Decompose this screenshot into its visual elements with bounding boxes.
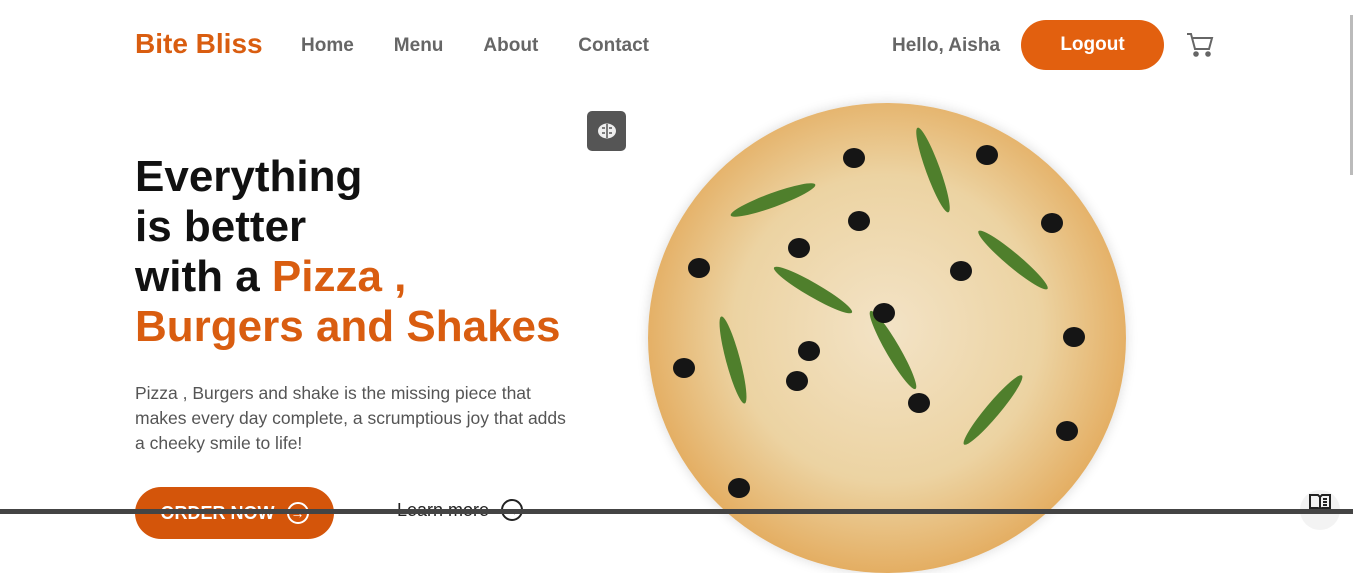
olive: [848, 211, 870, 231]
arugula-leaf: [958, 371, 1028, 449]
olive: [950, 261, 972, 281]
arugula-leaf: [728, 178, 818, 222]
olive: [688, 258, 710, 278]
logo[interactable]: Bite Bliss: [135, 28, 263, 60]
olive: [786, 371, 808, 391]
brain-extension-icon[interactable]: [587, 111, 626, 151]
logout-button[interactable]: Logout: [1021, 20, 1164, 70]
heading-line-1: Everything: [135, 152, 363, 201]
pizza-image: [648, 103, 1126, 573]
hero-description: Pizza , Burgers and shake is the missing…: [135, 383, 566, 453]
nav-links: Home Menu About Contact: [301, 35, 649, 57]
nav-menu[interactable]: Menu: [394, 35, 444, 57]
user-greeting: Hello, Aisha: [892, 35, 1001, 56]
olive: [673, 358, 695, 378]
hero-heading: Everything is better with a Pizza , Burg…: [135, 152, 561, 352]
navbar: Bite Bliss Home Menu About Contact Hello…: [0, 0, 1345, 90]
cart-icon[interactable]: [1186, 32, 1214, 58]
arugula-leaf: [864, 307, 922, 393]
heading-accent: Pizza ,: [271, 252, 407, 301]
heading-line-4: Burgers and Shakes: [135, 302, 561, 351]
olive: [843, 148, 865, 168]
olive: [788, 238, 810, 258]
nav-contact[interactable]: Contact: [578, 35, 649, 57]
heading-line-2: is better: [135, 202, 307, 251]
nav-home[interactable]: Home: [301, 35, 354, 57]
olive: [728, 478, 750, 498]
heading-line-3: with a: [135, 252, 272, 301]
olive: [908, 393, 930, 413]
arugula-leaf: [770, 261, 856, 319]
olive: [1056, 421, 1078, 441]
arugula-leaf: [714, 314, 752, 406]
olive: [873, 303, 895, 323]
olive: [1041, 213, 1063, 233]
olive: [976, 145, 998, 165]
olive: [798, 341, 820, 361]
olive: [1063, 327, 1085, 347]
arugula-leaf: [974, 225, 1052, 295]
nav-about[interactable]: About: [483, 35, 538, 57]
arugula-leaf: [911, 125, 955, 215]
bottom-bar: [0, 509, 1353, 514]
